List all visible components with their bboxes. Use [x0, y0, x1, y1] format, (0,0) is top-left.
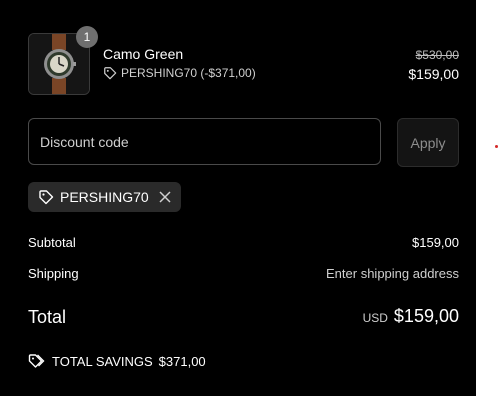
shipping-label: Shipping [28, 266, 79, 281]
current-price: $159,00 [408, 66, 459, 82]
product-name: Camo Green [103, 46, 184, 62]
savings-tag-icon [28, 354, 45, 368]
decorative-dot [495, 145, 498, 148]
total-currency: USD [362, 311, 388, 325]
order-summary-panel: 1 Camo Green PERSHING70 (-$371,00) $530,… [0, 0, 476, 396]
savings-value: $371,00 [158, 353, 206, 369]
item-discount: PERSHING70 (-$371,00) [103, 66, 256, 80]
original-price: $530,00 [415, 48, 459, 62]
subtotal-label: Subtotal [28, 235, 76, 250]
apply-button[interactable]: Apply [397, 118, 459, 167]
subtotal-value: $159,00 [412, 235, 459, 250]
total-value: $159,00 [393, 306, 459, 326]
total-value-group: USD $159,00 [363, 306, 459, 327]
quantity-badge: 1 [76, 26, 98, 48]
tag-icon [39, 190, 54, 205]
total-savings: TOTAL SAVINGS $371,00 [28, 353, 206, 369]
close-icon [159, 191, 171, 203]
applied-discount-chip: PERSHING70 [28, 182, 181, 212]
remove-discount-button[interactable] [159, 191, 171, 203]
savings-label: TOTAL SAVINGS [52, 353, 153, 369]
applied-discount-code: PERSHING70 [60, 189, 149, 205]
tag-icon [104, 67, 117, 80]
total-label: Total [28, 307, 67, 327]
shipping-value: Enter shipping address [326, 266, 459, 281]
item-discount-label: PERSHING70 (-$371,00) [121, 66, 256, 80]
discount-code-input[interactable] [28, 118, 381, 165]
